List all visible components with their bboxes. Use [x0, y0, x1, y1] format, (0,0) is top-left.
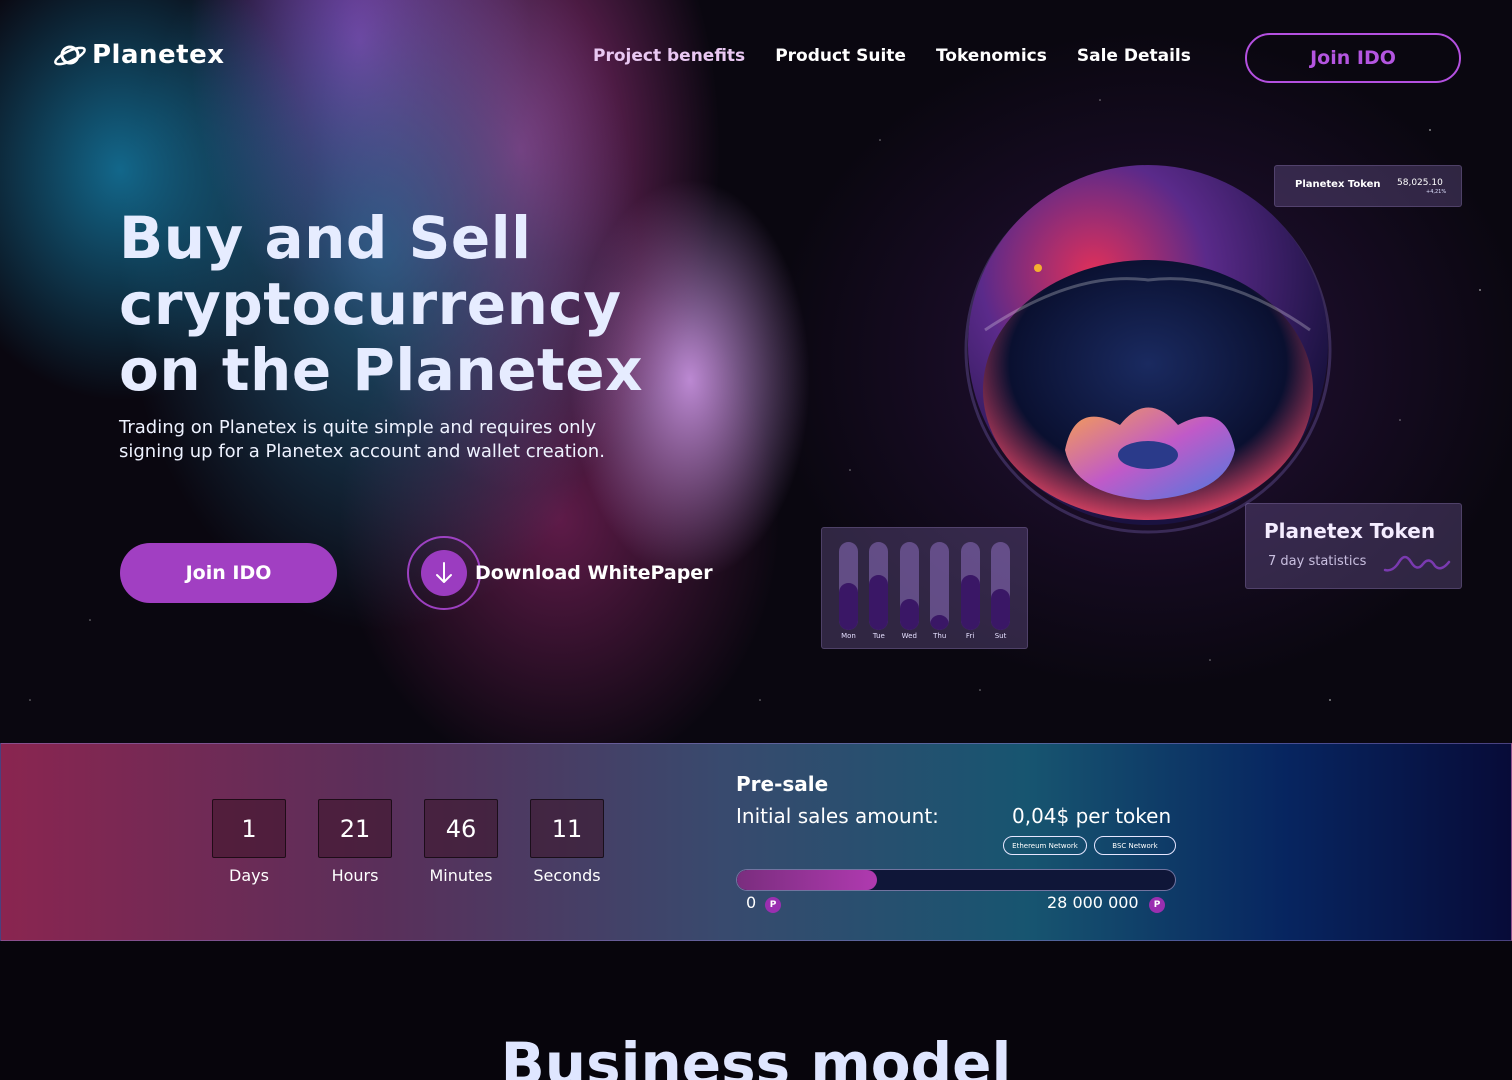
planet-logo-icon — [54, 45, 86, 66]
download-ring — [407, 536, 481, 610]
countdown-minutes-value: 46 — [424, 799, 498, 858]
hero-section: Planetex Project benefits Product Suite … — [0, 0, 1512, 743]
presale-progress-fill — [737, 870, 878, 890]
planetex-coin-icon: P — [765, 897, 781, 913]
token-price-name: Planetex Token — [1295, 179, 1381, 190]
nav-sale-details[interactable]: Sale Details — [1077, 46, 1191, 66]
bar-mon — [839, 542, 858, 630]
bar-fill-thu — [930, 615, 950, 630]
weekly-bars-card: Mon Tue Wed Thu Fri Sut — [821, 527, 1028, 649]
countdown-minutes-label: Minutes — [429, 866, 493, 885]
countdown-hours-label: Hours — [331, 866, 379, 885]
presale-section: 1 21 46 11 Days Hours Minutes Seconds Pr… — [0, 743, 1512, 941]
nav-product-suite[interactable]: Product Suite — [775, 46, 906, 66]
planetex-coin-icon: P — [1149, 897, 1165, 913]
countdown-seconds-value: 11 — [530, 799, 604, 858]
countdown-days-label: Days — [229, 866, 269, 885]
bar-day-label: Fri — [965, 632, 975, 640]
token-price-card: Planetex Token 58,025.10 +4,21% — [1274, 165, 1462, 207]
progress-min-value: 0 — [746, 893, 757, 912]
nav-project-benefits[interactable]: Project benefits — [593, 46, 745, 66]
bar-fill-wed — [899, 599, 919, 630]
ethereum-network-pill[interactable]: Ethereum Network — [1003, 836, 1087, 855]
business-model-title: Business model — [500, 1030, 1012, 1080]
headline-line-2: cryptocurrency — [119, 270, 622, 338]
bar-fill-fri — [960, 574, 980, 630]
bar-day-label: Wed — [901, 632, 917, 640]
bar-tue — [869, 542, 889, 630]
download-arrow-icon — [421, 550, 467, 596]
token-price-change: +4,21% — [1426, 189, 1447, 195]
bar-sut — [991, 542, 1010, 630]
headline-line-3: on the Planetex — [119, 336, 644, 404]
join-ido-header-button[interactable]: Join IDO — [1245, 33, 1461, 83]
bar-fri — [960, 542, 980, 630]
bar-thu — [930, 542, 950, 630]
bar-wed — [899, 542, 919, 630]
join-ido-button[interactable]: Join IDO — [120, 543, 337, 603]
token-stats-subtitle: 7 day statistics — [1268, 554, 1367, 569]
bar-day-label: Tue — [872, 632, 885, 640]
headline-line-1: Buy and Sell — [119, 204, 532, 272]
token-stats-title: Planetex Token — [1264, 519, 1436, 543]
astronaut-helmet-illustration — [964, 165, 1332, 534]
download-label: Download WhitePaper — [475, 562, 713, 584]
bar-fill-sut — [991, 588, 1010, 630]
bsc-network-pill[interactable]: BSC Network — [1094, 836, 1176, 855]
progress-max-value: 28 000 000 — [1047, 893, 1139, 912]
main-nav: Project benefits Product Suite Tokenomic… — [593, 46, 1191, 66]
bar-day-label: Sut — [994, 632, 1007, 640]
bar-day-label: Mon — [841, 632, 856, 640]
brand-name: Planetex — [92, 40, 225, 70]
token-price-value: 58,025.10 — [1397, 178, 1443, 188]
presale-amount-label: Initial sales amount: — [736, 804, 939, 828]
bar-fill-tue — [869, 575, 889, 630]
nav-tokenomics[interactable]: Tokenomics — [936, 46, 1047, 66]
presale-title: Pre-sale — [736, 772, 829, 796]
countdown-days-value: 1 — [212, 799, 286, 858]
presale-progress-bar — [736, 869, 1176, 891]
download-whitepaper-button[interactable]: Download WhitePaper — [407, 536, 713, 610]
hero-headline: Buy and Sell cryptocurrency on the Plane… — [119, 205, 759, 403]
bar-fill-mon — [839, 583, 858, 630]
countdown-hours-value: 21 — [318, 799, 392, 858]
bar-day-label: Thu — [933, 632, 947, 640]
logo[interactable]: Planetex — [52, 40, 225, 70]
presale-amount-value: 0,04$ per token — [1012, 804, 1172, 828]
hero-subtext: Trading on Planetex is quite simple and … — [119, 417, 605, 462]
token-stats-card: Planetex Token 7 day statistics — [1245, 503, 1462, 589]
sparkline-chart — [1383, 555, 1451, 572]
countdown-seconds-label: Seconds — [533, 866, 601, 885]
